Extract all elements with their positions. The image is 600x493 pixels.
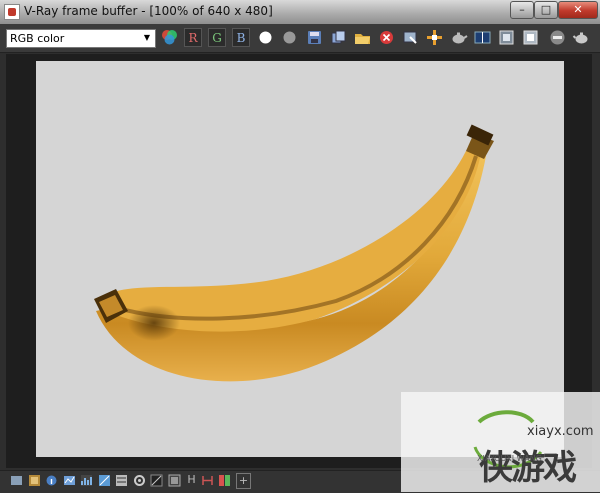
frame-icon[interactable] [168, 474, 181, 487]
title-bar[interactable]: V-Ray frame buffer - [100% of 640 x 480]… [0, 0, 600, 24]
settings-icon[interactable] [115, 474, 128, 487]
watermark: xiayx.com 侠游戏 XIAYOUXI.WANG [401, 392, 600, 492]
close-button[interactable]: ✕ [558, 1, 598, 19]
channel-select-value: RGB color [10, 32, 65, 45]
chevron-down-icon[interactable]: ▼ [141, 31, 153, 45]
compare-icon[interactable] [473, 28, 492, 47]
lens-effects-icon[interactable] [521, 28, 540, 47]
gray-circle-icon[interactable] [280, 28, 299, 47]
app-icon [4, 4, 20, 20]
pixel-aspect-icon[interactable] [150, 474, 163, 487]
plus-button[interactable]: + [236, 473, 251, 489]
watermark-brand: 侠游戏 [479, 448, 577, 488]
clear-icon[interactable] [377, 28, 396, 47]
save-icon[interactable] [305, 28, 324, 47]
vfb-icon[interactable] [10, 474, 23, 487]
maximize-button[interactable]: □ [534, 1, 558, 19]
watermark-latin: XIAYOUXI.WANG [477, 454, 542, 463]
lut-icon[interactable] [98, 474, 111, 487]
ab-icon[interactable] [218, 474, 231, 487]
teapot-icon[interactable] [449, 28, 468, 47]
render-teapot-icon[interactable] [572, 28, 591, 47]
window-title: V-Ray frame buffer - [100% of 640 x 480] [24, 4, 273, 18]
copy-icon[interactable] [329, 28, 348, 47]
vray-frame-buffer-window: V-Ray frame buffer - [100% of 640 x 480]… [0, 0, 600, 493]
channel-select[interactable]: RGB color ▼ [6, 29, 156, 48]
toolbar: RGB color ▼ R G B [0, 24, 600, 53]
levels-icon[interactable] [63, 474, 76, 487]
watermark-url: xiayx.com [527, 424, 594, 439]
red-channel-button[interactable]: R [184, 28, 202, 47]
green-channel-button[interactable]: G [208, 28, 226, 47]
info-icon[interactable] [45, 474, 58, 487]
open-folder-icon[interactable] [353, 28, 372, 47]
hue-icon[interactable] [201, 474, 214, 487]
region-render-icon[interactable] [425, 28, 444, 47]
history-icon[interactable] [497, 28, 516, 47]
color-wheel-icon[interactable] [160, 28, 179, 47]
stop-icon[interactable] [548, 28, 567, 47]
track-mouse-icon[interactable] [401, 28, 420, 47]
minimize-button[interactable]: – [510, 1, 534, 19]
h-toggle[interactable]: H [185, 473, 198, 487]
histogram-icon[interactable] [80, 474, 93, 487]
history-icon[interactable] [28, 474, 41, 487]
gear-icon[interactable] [133, 474, 146, 487]
blue-channel-button[interactable]: B [232, 28, 250, 47]
white-circle-icon[interactable] [256, 28, 275, 47]
